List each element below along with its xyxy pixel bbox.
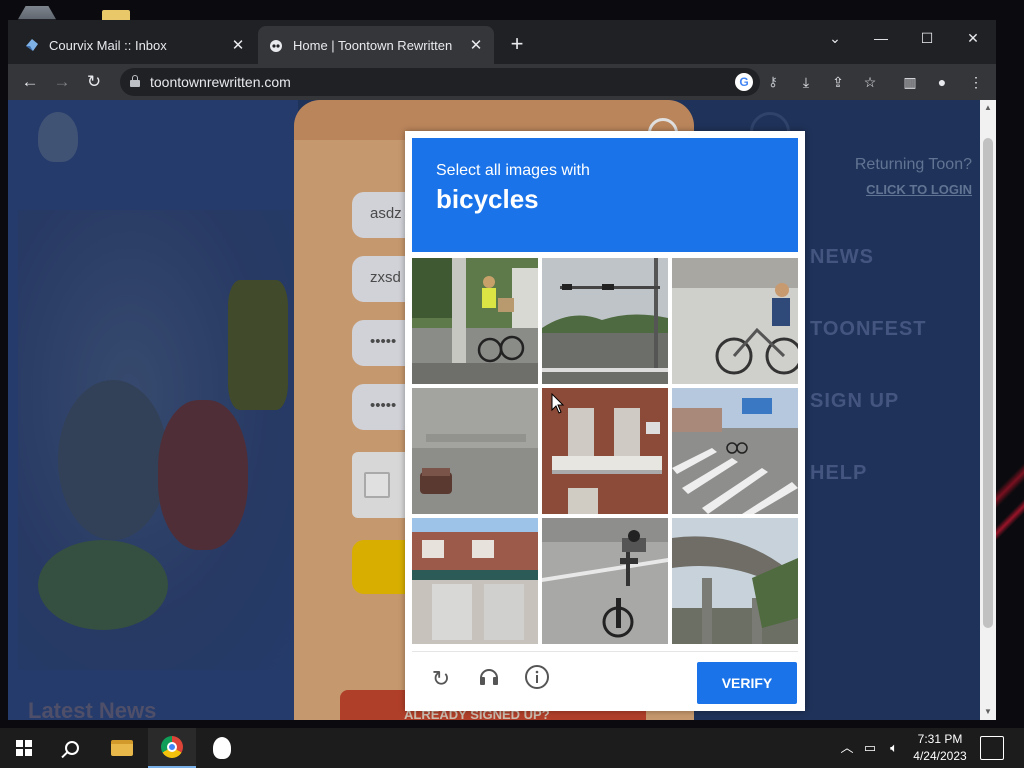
notification-center-icon[interactable] — [980, 736, 1004, 760]
captcha-cell-cyclist-in-park[interactable] — [672, 258, 798, 384]
captcha-cell-house-garage[interactable] — [412, 518, 538, 644]
page-scrollbar[interactable]: ▲ ▼ — [980, 100, 996, 720]
tab-toontown-home[interactable]: Home | Toontown Rewritten ✕ — [258, 26, 494, 64]
taskbar-search-button[interactable] — [48, 728, 96, 768]
side-panel-icon[interactable]: ▥ — [900, 72, 920, 92]
lock-icon[interactable] — [130, 75, 140, 87]
toontown-app-icon — [213, 737, 231, 759]
chrome-icon — [161, 736, 183, 758]
captcha-prompt: Select all images with — [436, 162, 590, 179]
info-icon[interactable] — [522, 664, 552, 694]
captcha-header: Select all images with bicycles — [412, 138, 798, 252]
new-tab-button[interactable]: + — [506, 33, 528, 56]
key-icon[interactable]: ⚷ — [764, 73, 782, 91]
windows-logo-icon — [16, 740, 32, 756]
reload-icon[interactable]: ↻ — [82, 70, 106, 94]
taskbar-toontown[interactable] — [198, 728, 246, 768]
scroll-up-icon[interactable]: ▲ — [980, 100, 996, 116]
refresh-icon[interactable]: ↻ — [426, 664, 456, 694]
clock-time: 7:31 PM — [917, 732, 963, 746]
captcha-cell-cyclist-from-behind[interactable] — [542, 518, 668, 644]
start-button[interactable] — [0, 728, 48, 768]
maximize-button[interactable]: ☐ — [904, 24, 950, 52]
page-viewport: Latest News Returning Toon? CLICK TO LOG… — [8, 100, 980, 720]
windows-taskbar: ︿ ▭ 🔈︎ 7:31 PM 4/24/2023 — [0, 728, 1024, 768]
captcha-cell-traffic-light[interactable] — [542, 258, 668, 384]
share-icon[interactable]: ⇪ — [828, 72, 848, 92]
tab-courvix-mail[interactable]: Courvix Mail :: Inbox ✕ — [14, 26, 256, 64]
captcha-cell-cyclist-on-road[interactable] — [412, 258, 538, 384]
network-icon[interactable]: ▭ — [860, 728, 880, 768]
captcha-image-grid — [412, 258, 798, 644]
chrome-window: Courvix Mail :: Inbox ✕ Home | Toontown … — [8, 20, 996, 720]
verify-button[interactable]: VERIFY — [697, 662, 797, 704]
forward-arrow-icon[interactable]: → — [50, 70, 74, 94]
menu-kebab-icon[interactable]: ⋮ — [966, 72, 986, 92]
captcha-cell-highway-overpass[interactable] — [672, 518, 798, 644]
folder-icon — [111, 740, 133, 756]
taskbar-chrome[interactable] — [148, 728, 196, 768]
bookmark-star-icon[interactable]: ☆ — [860, 72, 880, 92]
close-tab-icon[interactable]: ✕ — [230, 36, 246, 54]
back-arrow-icon[interactable]: ← — [18, 70, 42, 94]
profile-avatar-icon[interactable]: ● — [932, 72, 952, 92]
tab-search-icon[interactable]: ⌄ — [812, 24, 858, 52]
browser-toolbar: ← → ↻ toontownrewritten.com G ⚷ ⤓ ⇪ ☆ ▥ … — [8, 64, 996, 100]
volume-icon[interactable]: 🔈︎ — [884, 728, 904, 768]
search-icon — [65, 741, 79, 755]
toontown-favicon-icon — [268, 37, 284, 53]
courvix-favicon-icon — [24, 37, 40, 53]
clock-date: 4/24/2023 — [913, 749, 967, 763]
url-text[interactable]: toontownrewritten.com — [150, 74, 291, 90]
taskbar-clock[interactable]: 7:31 PM 4/24/2023 — [904, 731, 976, 765]
wallpaper-accent — [996, 420, 1024, 570]
hcaptcha-challenge: Select all images with bicycles ↻ VERIFY — [405, 131, 805, 711]
scroll-down-icon[interactable]: ▼ — [980, 704, 996, 720]
tab-strip: Courvix Mail :: Inbox ✕ Home | Toontown … — [8, 20, 996, 64]
captcha-footer: ↻ VERIFY — [412, 651, 798, 707]
minimize-button[interactable]: — — [858, 24, 904, 52]
tray-chevron-icon[interactable]: ︿ — [838, 728, 856, 768]
captcha-cell-crosswalk-cyclists[interactable] — [672, 388, 798, 514]
taskbar-file-explorer[interactable] — [98, 728, 146, 768]
install-app-icon[interactable]: ⤓ — [796, 72, 816, 92]
tab-title: Home | Toontown Rewritten — [293, 37, 453, 53]
audio-challenge-icon[interactable] — [474, 664, 504, 694]
captcha-cell-foggy-road-car[interactable] — [412, 388, 538, 514]
scroll-thumb[interactable] — [983, 138, 993, 628]
google-lens-icon[interactable]: G — [735, 73, 753, 91]
close-window-button[interactable]: ✕ — [950, 24, 996, 52]
tab-title: Courvix Mail :: Inbox — [49, 37, 167, 53]
address-bar[interactable]: toontownrewritten.com G ⚷ — [120, 68, 778, 96]
captcha-target: bicycles — [436, 184, 539, 214]
mouse-cursor-icon — [551, 393, 565, 414]
close-tab-icon[interactable]: ✕ — [468, 36, 484, 54]
